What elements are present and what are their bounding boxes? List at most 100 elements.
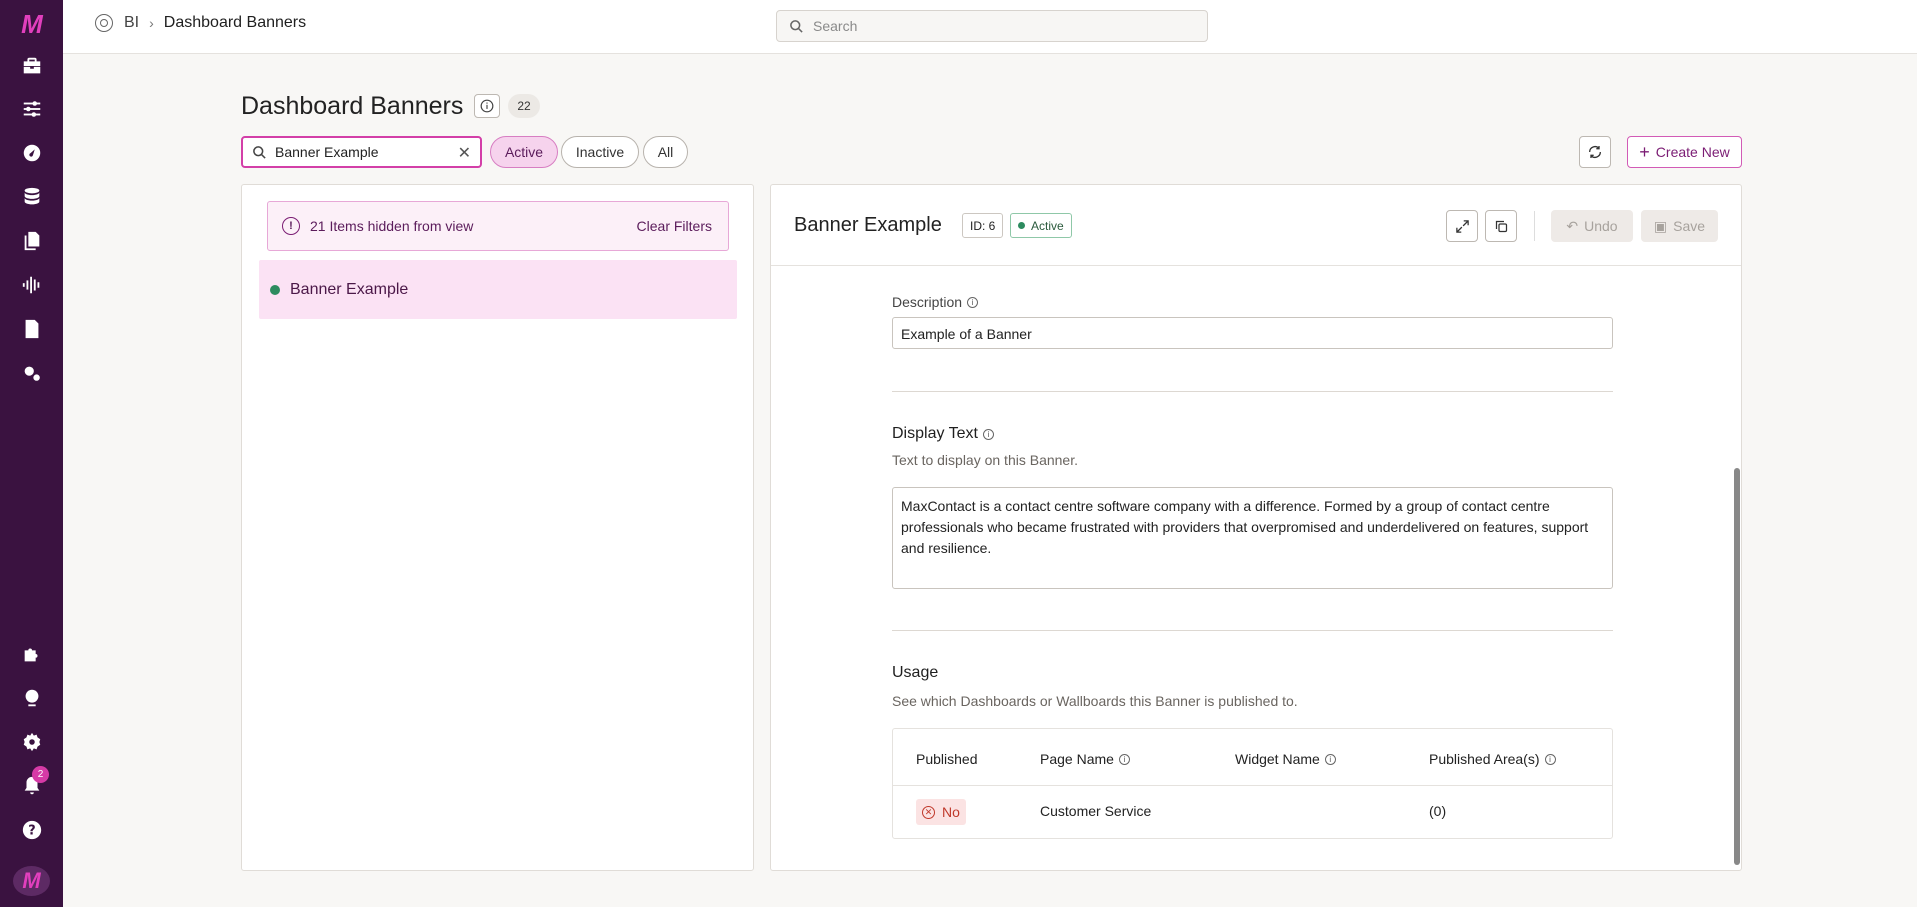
brand-logo[interactable]: M <box>16 9 48 39</box>
nav-rail: M 2 ? M <box>0 0 63 907</box>
banner-detail-panel: Banner Example ID: 6 Active ↶ Undo ▣ Sav… <box>770 184 1742 871</box>
global-search-placeholder: Search <box>813 18 858 34</box>
expand-button[interactable] <box>1446 210 1478 242</box>
undo-label: Undo <box>1584 218 1618 234</box>
published-status-text: No <box>942 804 960 820</box>
nav-sliders-icon[interactable] <box>18 95 45 122</box>
svg-text:?: ? <box>28 823 35 838</box>
status-dot <box>270 284 280 295</box>
nav-gauge-icon[interactable] <box>18 139 45 166</box>
plus-icon: + <box>1639 141 1650 162</box>
info-icon <box>480 99 494 113</box>
description-label: Description i <box>892 294 979 310</box>
section-divider <box>892 391 1613 392</box>
nav-puzzle-icon[interactable] <box>18 640 45 667</box>
bi-icon <box>95 14 113 32</box>
list-item-label: Banner Example <box>290 280 409 298</box>
info-icon: i <box>1324 753 1336 765</box>
list-item[interactable]: Banner Example <box>259 260 737 319</box>
column-header-published-areas-text: Published Area(s) <box>1429 751 1540 767</box>
duplicate-button[interactable] <box>1485 210 1517 242</box>
display-text-label: Display Text i <box>892 425 994 443</box>
search-icon <box>253 146 266 159</box>
display-text-textarea[interactable]: MaxContact is a contact centre software … <box>892 487 1613 589</box>
user-avatar[interactable]: M <box>13 866 50 896</box>
copy-icon <box>1495 220 1507 232</box>
save-label: Save <box>1673 218 1706 234</box>
create-new-button[interactable]: + Create New <box>1627 136 1742 168</box>
save-button[interactable]: ▣ Save <box>1641 210 1718 242</box>
nav-report-icon[interactable] <box>18 315 45 342</box>
item-count-badge: 22 <box>508 94 540 118</box>
chevron-right-icon: › <box>149 15 154 31</box>
nav-globe-icon[interactable] <box>18 684 45 711</box>
nav-help-icon[interactable]: ? <box>18 816 45 843</box>
display-text-help: Text to display on this Banner. <box>892 452 1078 468</box>
column-header-widget-name: Widget Name i <box>1235 751 1336 767</box>
status-dot <box>1018 222 1025 229</box>
page-info-button[interactable] <box>474 94 500 118</box>
table-cell-page-name: Customer Service <box>1040 803 1152 819</box>
description-label-text: Description <box>892 294 963 310</box>
search-icon <box>790 20 803 33</box>
top-bar: BI › Dashboard Banners Search <box>63 0 1917 54</box>
page-title: Dashboard Banners <box>241 92 464 120</box>
refresh-icon <box>1589 146 1601 158</box>
clear-filters-link[interactable]: Clear Filters <box>637 218 712 234</box>
hidden-items-notice: ! 21 Items hidden from view Clear Filter… <box>267 201 729 251</box>
global-search-input[interactable]: Search <box>776 10 1208 42</box>
column-header-widget-name-text: Widget Name <box>1235 751 1320 767</box>
breadcrumb-current: Dashboard Banners <box>163 14 307 31</box>
notification-count-badge: 2 <box>32 766 49 783</box>
detail-title: Banner Example <box>794 214 942 236</box>
usage-table: Published Page Name i Widget Name i Publ… <box>892 728 1613 839</box>
hidden-items-text: 21 Items hidden from view <box>310 218 474 234</box>
description-input[interactable]: Example of a Banner <box>892 317 1613 349</box>
usage-help: See which Dashboards or Wallboards this … <box>892 693 1298 709</box>
save-icon: ▣ <box>1653 217 1668 234</box>
toolbar-divider <box>1534 211 1535 241</box>
nav-gears-icon[interactable] <box>18 359 45 386</box>
nav-settings-icon[interactable] <box>18 728 45 755</box>
create-new-label: Create New <box>1655 144 1730 160</box>
filter-pill-inactive[interactable]: Inactive <box>561 136 639 168</box>
column-header-page-name-text: Page Name <box>1040 751 1114 767</box>
info-icon: i <box>1544 753 1556 765</box>
breadcrumb: BI › Dashboard Banners <box>95 14 306 32</box>
nav-bell-icon[interactable]: 2 <box>18 766 49 799</box>
id-chip: ID: 6 <box>962 213 1004 238</box>
published-status-badge: ✕ No <box>916 799 966 825</box>
refresh-button[interactable] <box>1579 136 1611 168</box>
column-header-published-areas: Published Area(s) i <box>1429 751 1556 767</box>
table-divider <box>893 785 1612 786</box>
section-divider <box>892 630 1613 631</box>
status-badge: Active <box>1010 213 1072 238</box>
x-circle-icon: ✕ <box>922 805 935 819</box>
column-header-page-name: Page Name i <box>1040 751 1130 767</box>
breadcrumb-root[interactable]: BI <box>124 14 139 32</box>
info-icon: i <box>982 428 994 440</box>
status-label: Active <box>1031 218 1064 233</box>
usage-label: Usage <box>892 664 939 681</box>
nav-documents-icon[interactable] <box>18 227 45 254</box>
detail-scrollbar[interactable] <box>1734 468 1740 865</box>
banner-list-panel: ! 21 Items hidden from view Clear Filter… <box>241 184 754 871</box>
filter-pill-all[interactable]: All <box>643 136 688 168</box>
nav-waveform-icon[interactable] <box>18 271 45 298</box>
undo-button[interactable]: ↶ Undo <box>1551 210 1633 242</box>
filter-pill-active[interactable]: Active <box>490 136 558 168</box>
display-text-label-text: Display Text <box>892 425 978 442</box>
alert-icon: ! <box>282 217 300 235</box>
nav-database-icon[interactable] <box>18 183 45 210</box>
filter-search-input[interactable]: Banner Example ✕ <box>241 136 482 168</box>
table-cell-areas: (0) <box>1429 803 1447 819</box>
column-header-published: Published <box>916 751 978 767</box>
nav-briefcase-icon[interactable] <box>18 52 45 79</box>
info-icon: i <box>967 296 979 308</box>
detail-header: Banner Example ID: 6 Active ↶ Undo ▣ Sav… <box>771 185 1741 266</box>
undo-icon: ↶ <box>1566 217 1579 234</box>
info-icon: i <box>1118 753 1130 765</box>
filter-search-value: Banner Example <box>275 144 379 160</box>
expand-icon <box>1455 219 1469 233</box>
clear-search-icon[interactable]: ✕ <box>458 143 471 163</box>
